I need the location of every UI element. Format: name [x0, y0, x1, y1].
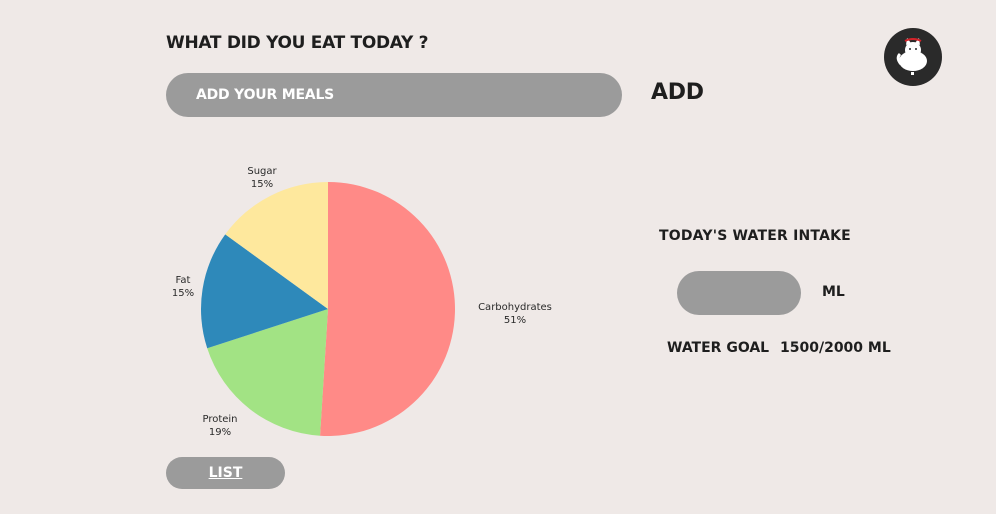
list-button[interactable]: LIST	[166, 457, 285, 489]
pie-label-carbohydrates: Carbohydrates	[478, 302, 552, 313]
pie-percent-carbohydrates: 51%	[504, 315, 526, 326]
pie-label-protein: Protein	[202, 414, 237, 425]
water-goal-label: WATER GOAL	[667, 340, 770, 356]
pie-percent-sugar: 15%	[251, 179, 273, 190]
meal-input[interactable]: ADD YOUR MEALS	[166, 73, 622, 117]
water-intake-input[interactable]	[677, 271, 801, 315]
pie-percent-fat: 15%	[172, 288, 194, 299]
page-title: WHAT DID YOU EAT TODAY ?	[166, 33, 429, 53]
water-intake-title: TODAY'S WATER INTAKE	[659, 228, 851, 244]
pie-percent-protein: 19%	[209, 427, 231, 438]
water-goal-value: 1500/2000 ML	[780, 340, 891, 356]
nutrition-pie-chart: Carbohydrates 51% Protein 19% Fat 15% Sugar 15%	[172, 166, 552, 438]
pie-label-sugar: Sugar	[247, 166, 277, 177]
cat-icon	[896, 38, 927, 75]
pie-slice-carbohydrates	[320, 182, 456, 436]
pie-label-fat: Fat	[176, 275, 191, 286]
add-button[interactable]: ADD	[651, 80, 704, 105]
meal-input-placeholder: ADD YOUR MEALS	[196, 87, 335, 103]
avatar[interactable]	[884, 28, 942, 86]
water-unit-label: ML	[822, 284, 845, 300]
